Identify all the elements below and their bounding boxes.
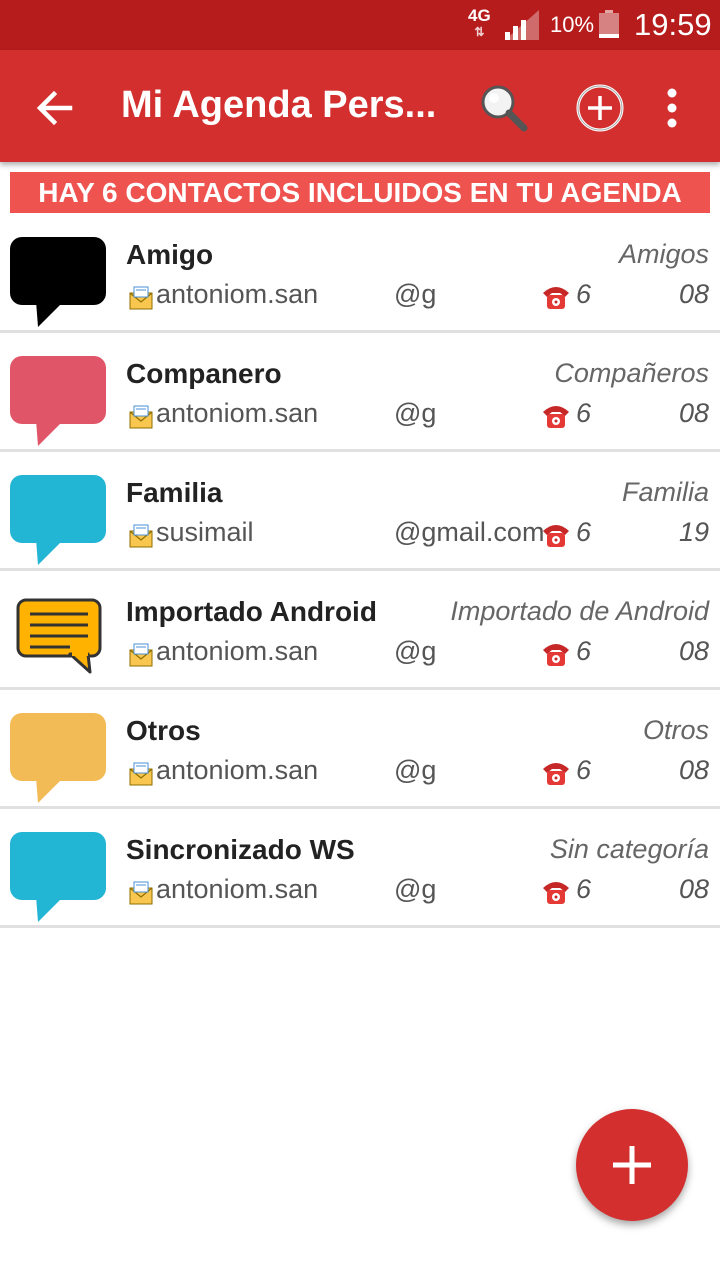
contact-email: antoniom.san [156,279,319,309]
contact-phone: 6 [576,279,592,309]
battery-icon [599,10,619,38]
contact-name: Companero [126,358,282,389]
overflow-menu-icon[interactable] [654,84,690,134]
contact-category: Compañeros [554,358,709,388]
speech-bubble-icon [10,713,106,803]
contact-phone-end: 08 [678,398,709,428]
contact-email-domain: @g [394,874,437,904]
contact-email: susimail [156,517,254,547]
add-contact-fab[interactable] [576,1109,688,1221]
contact-phone-end: 08 [678,279,709,309]
row-divider [0,568,720,571]
contact-email-domain: @gmail.com [394,517,545,547]
speech-bubble-icon [10,237,106,327]
email-icon [129,762,153,786]
phone-icon [543,287,569,309]
contact-category: Importado de Android [450,596,709,626]
network-type: 4G [468,6,491,25]
contact-phone: 6 [576,636,592,666]
contact-category: Sin categoría [549,834,709,864]
add-circle-icon[interactable] [574,82,626,134]
network-indicator: 4G ⇅ [468,6,491,40]
contacts-count-banner: HAY 6 CONTACTOS INCLUIDOS EN TU AGENDA [10,172,710,213]
email-icon [129,643,153,667]
contact-phone: 6 [576,874,592,904]
speech-bubble-icon [10,475,106,565]
contact-phone-end: 08 [678,755,709,785]
contact-row[interactable]: Otros Otros antoniom.san @g 6 08 [0,693,720,809]
contact-name: Otros [126,715,201,746]
phone-icon [543,763,569,785]
contact-row[interactable]: Companero Compañeros antoniom.san @g 6 0… [0,336,720,452]
contact-phone: 6 [576,517,592,547]
email-icon [129,881,153,905]
signal-icon [505,10,539,40]
contact-email-domain: @g [394,279,437,309]
contact-phone-end: 08 [678,874,709,904]
speech-bubble-icon [10,356,106,446]
message-lines-icon [16,598,102,674]
contact-phone: 6 [576,755,592,785]
contact-category: Familia [621,477,709,507]
contact-email-domain: @g [394,398,437,428]
row-divider [0,687,720,690]
page-title: Mi Agenda Pers... [121,84,437,126]
email-icon [129,405,153,429]
contact-category: Otros [642,715,709,745]
phone-icon [543,525,569,547]
contact-name: Amigo [126,239,214,270]
plus-icon [613,1146,651,1184]
contact-row[interactable]: Amigo Amigos antoniom.san @g 6 08 [0,217,720,333]
contact-email-domain: @g [394,636,437,666]
email-icon [129,286,153,310]
phone-icon [543,406,569,428]
clock: 19:59 [634,7,712,42]
row-divider [0,925,720,928]
contact-email: antoniom.san [156,636,319,666]
row-divider [0,449,720,452]
contact-email: antoniom.san [156,755,319,785]
battery-percent: 10% [550,12,595,37]
status-bar: 4G ⇅ 10% 19:59 [0,0,720,50]
contact-row[interactable]: Sincronizado WS Sin categoría antoniom.s… [0,812,720,928]
search-icon[interactable] [476,80,532,136]
contact-email: antoniom.san [156,874,319,904]
speech-bubble-icon [10,832,106,922]
contact-phone-end: 08 [678,636,709,666]
contact-name: Importado Android [126,596,377,627]
contact-phone: 6 [576,398,592,428]
contact-category: Amigos [618,239,709,269]
contact-row[interactable]: Importado Android Importado de Android a… [0,574,720,690]
row-divider [0,330,720,333]
contact-name: Sincronizado WS [126,834,355,865]
row-divider [0,806,720,809]
back-arrow-icon[interactable] [30,83,80,133]
phone-icon [543,644,569,666]
phone-icon [543,882,569,904]
app-bar: Mi Agenda Pers... [0,50,720,162]
contact-name: Familia [126,477,223,508]
contact-row[interactable]: Familia Familia susimail @gmail.com 6 19 [0,455,720,571]
contact-phone-end: 19 [678,517,709,547]
contact-email-domain: @g [394,755,437,785]
data-arrows-icon: ⇅ [474,25,485,39]
contact-email: antoniom.san [156,398,319,428]
email-icon [129,524,153,548]
